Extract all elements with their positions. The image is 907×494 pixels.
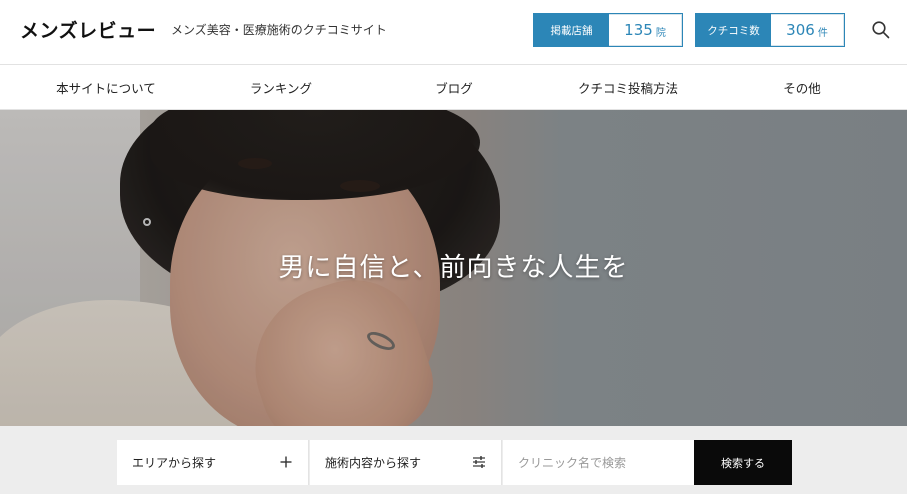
review-count-value-box: 306 件 bbox=[771, 14, 844, 46]
review-count-label: クチコミ数 bbox=[696, 14, 771, 46]
nav-item-other[interactable]: その他 bbox=[783, 78, 821, 97]
nav-item-about[interactable]: 本サイトについて bbox=[56, 78, 156, 97]
area-select-label: エリアから探す bbox=[132, 456, 217, 470]
main-nav: 本サイトについて ランキング ブログ クチコミ投稿方法 その他 bbox=[0, 64, 907, 110]
review-count-stat: クチコミ数 306 件 bbox=[695, 13, 845, 47]
treatment-select[interactable]: 施術内容から探す bbox=[310, 440, 502, 485]
review-count-unit: 件 bbox=[817, 28, 828, 39]
review-count: 306 bbox=[786, 21, 815, 39]
search-icon[interactable] bbox=[871, 20, 891, 40]
nav-item-blog[interactable]: ブログ bbox=[435, 78, 473, 97]
plus-icon bbox=[278, 454, 294, 470]
nav-item-review-guide[interactable]: クチコミ投稿方法 bbox=[578, 78, 678, 97]
treatment-select-label: 施術内容から探す bbox=[325, 456, 422, 470]
clinic-name-field[interactable] bbox=[503, 440, 694, 485]
search-submit-button[interactable]: 検索する bbox=[694, 440, 792, 485]
site-header: メンズレビュー メンズ美容・医療施術のクチコミサイト 掲載店舗 135 院 クチ… bbox=[0, 0, 907, 64]
listed-clinics-stat: 掲載店舗 135 院 bbox=[533, 13, 683, 47]
filter-sliders-icon bbox=[471, 454, 487, 470]
clinic-search-bar: エリアから探す 施術内容から探す 検索する bbox=[0, 426, 907, 494]
listed-clinics-unit: 院 bbox=[655, 28, 666, 39]
nav-item-ranking[interactable]: ランキング bbox=[250, 78, 312, 97]
listed-clinics-count: 135 bbox=[624, 21, 653, 39]
site-logo[interactable]: メンズレビュー bbox=[20, 16, 156, 43]
listed-clinics-label: 掲載店舗 bbox=[534, 14, 609, 46]
hero-banner: 男に自信と、前向きな人生を bbox=[0, 110, 907, 426]
listed-clinics-value-box: 135 院 bbox=[609, 14, 682, 46]
hero-headline: 男に自信と、前向きな人生を bbox=[278, 253, 629, 283]
area-select[interactable]: エリアから探す bbox=[117, 440, 309, 485]
site-tagline: メンズ美容・医療施術のクチコミサイト bbox=[171, 23, 387, 37]
clinic-name-input[interactable] bbox=[518, 455, 683, 470]
